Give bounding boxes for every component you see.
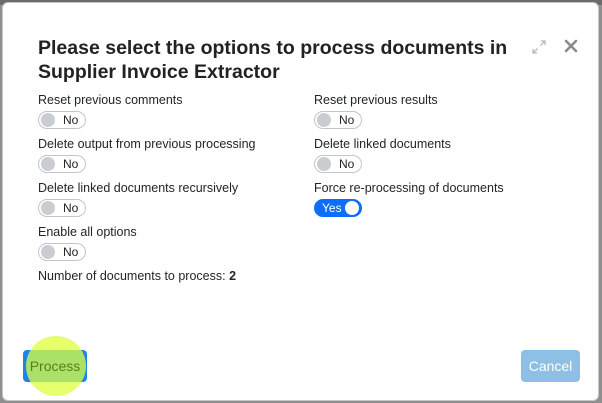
- enable-all-toggle[interactable]: No: [38, 243, 86, 261]
- process-button[interactable]: [23, 350, 87, 382]
- option-delete-linked-recursively: Delete linked documents recursively No: [38, 181, 238, 217]
- reset-previous-comments-toggle[interactable]: No: [38, 111, 86, 129]
- toggle-knob: [41, 245, 55, 259]
- toggle-value: No: [339, 157, 355, 171]
- option-label: Enable all options: [38, 225, 137, 239]
- toggle-knob: [317, 113, 331, 127]
- process-options-dialog: Please select the options to process doc…: [2, 2, 599, 401]
- toggle-knob: [41, 113, 55, 127]
- option-label: Reset previous results: [314, 93, 438, 107]
- option-delete-output: Delete output from previous processing N…: [38, 137, 255, 173]
- delete-linked-recursively-toggle[interactable]: No: [38, 199, 86, 217]
- delete-output-toggle[interactable]: No: [38, 155, 86, 173]
- option-label: Delete output from previous processing: [38, 137, 256, 151]
- option-label: Reset previous comments: [38, 93, 183, 107]
- toggle-value: No: [63, 201, 79, 215]
- option-label: Delete linked documents recursively: [38, 181, 239, 195]
- toggle-value: No: [63, 157, 79, 171]
- reset-previous-results-toggle[interactable]: No: [314, 111, 362, 129]
- toggle-value: No: [63, 113, 79, 127]
- toggle-value: Yes: [322, 201, 342, 215]
- documents-count-label: Number of documents to process:: [38, 269, 226, 283]
- cancel-button[interactable]: Cancel: [521, 350, 580, 382]
- documents-count: Number of documents to process: 2: [38, 269, 236, 283]
- close-icon[interactable]: [563, 38, 579, 54]
- delete-linked-documents-toggle[interactable]: No: [314, 155, 362, 173]
- toggle-value: No: [63, 245, 79, 259]
- documents-count-value: 2: [229, 269, 237, 283]
- toggle-knob: [345, 201, 359, 215]
- option-reset-previous-comments: Reset previous comments No: [38, 93, 183, 129]
- option-force-reprocessing: Force re-processing of documents Yes: [314, 181, 504, 217]
- option-reset-previous-results: Reset previous results No: [314, 93, 438, 129]
- option-enable-all: Enable all options No: [38, 225, 137, 261]
- option-label: Force re-processing of documents: [314, 181, 504, 195]
- expand-icon[interactable]: [531, 39, 547, 55]
- option-label: Delete linked documents: [314, 137, 451, 151]
- toggle-knob: [41, 201, 55, 215]
- toggle-knob: [317, 157, 331, 171]
- dialog-title: Please select the options to process doc…: [38, 37, 508, 83]
- toggle-knob: [41, 157, 55, 171]
- option-delete-linked-documents: Delete linked documents No: [314, 137, 451, 173]
- toggle-value: No: [339, 113, 355, 127]
- force-reprocessing-toggle[interactable]: Yes: [314, 199, 362, 217]
